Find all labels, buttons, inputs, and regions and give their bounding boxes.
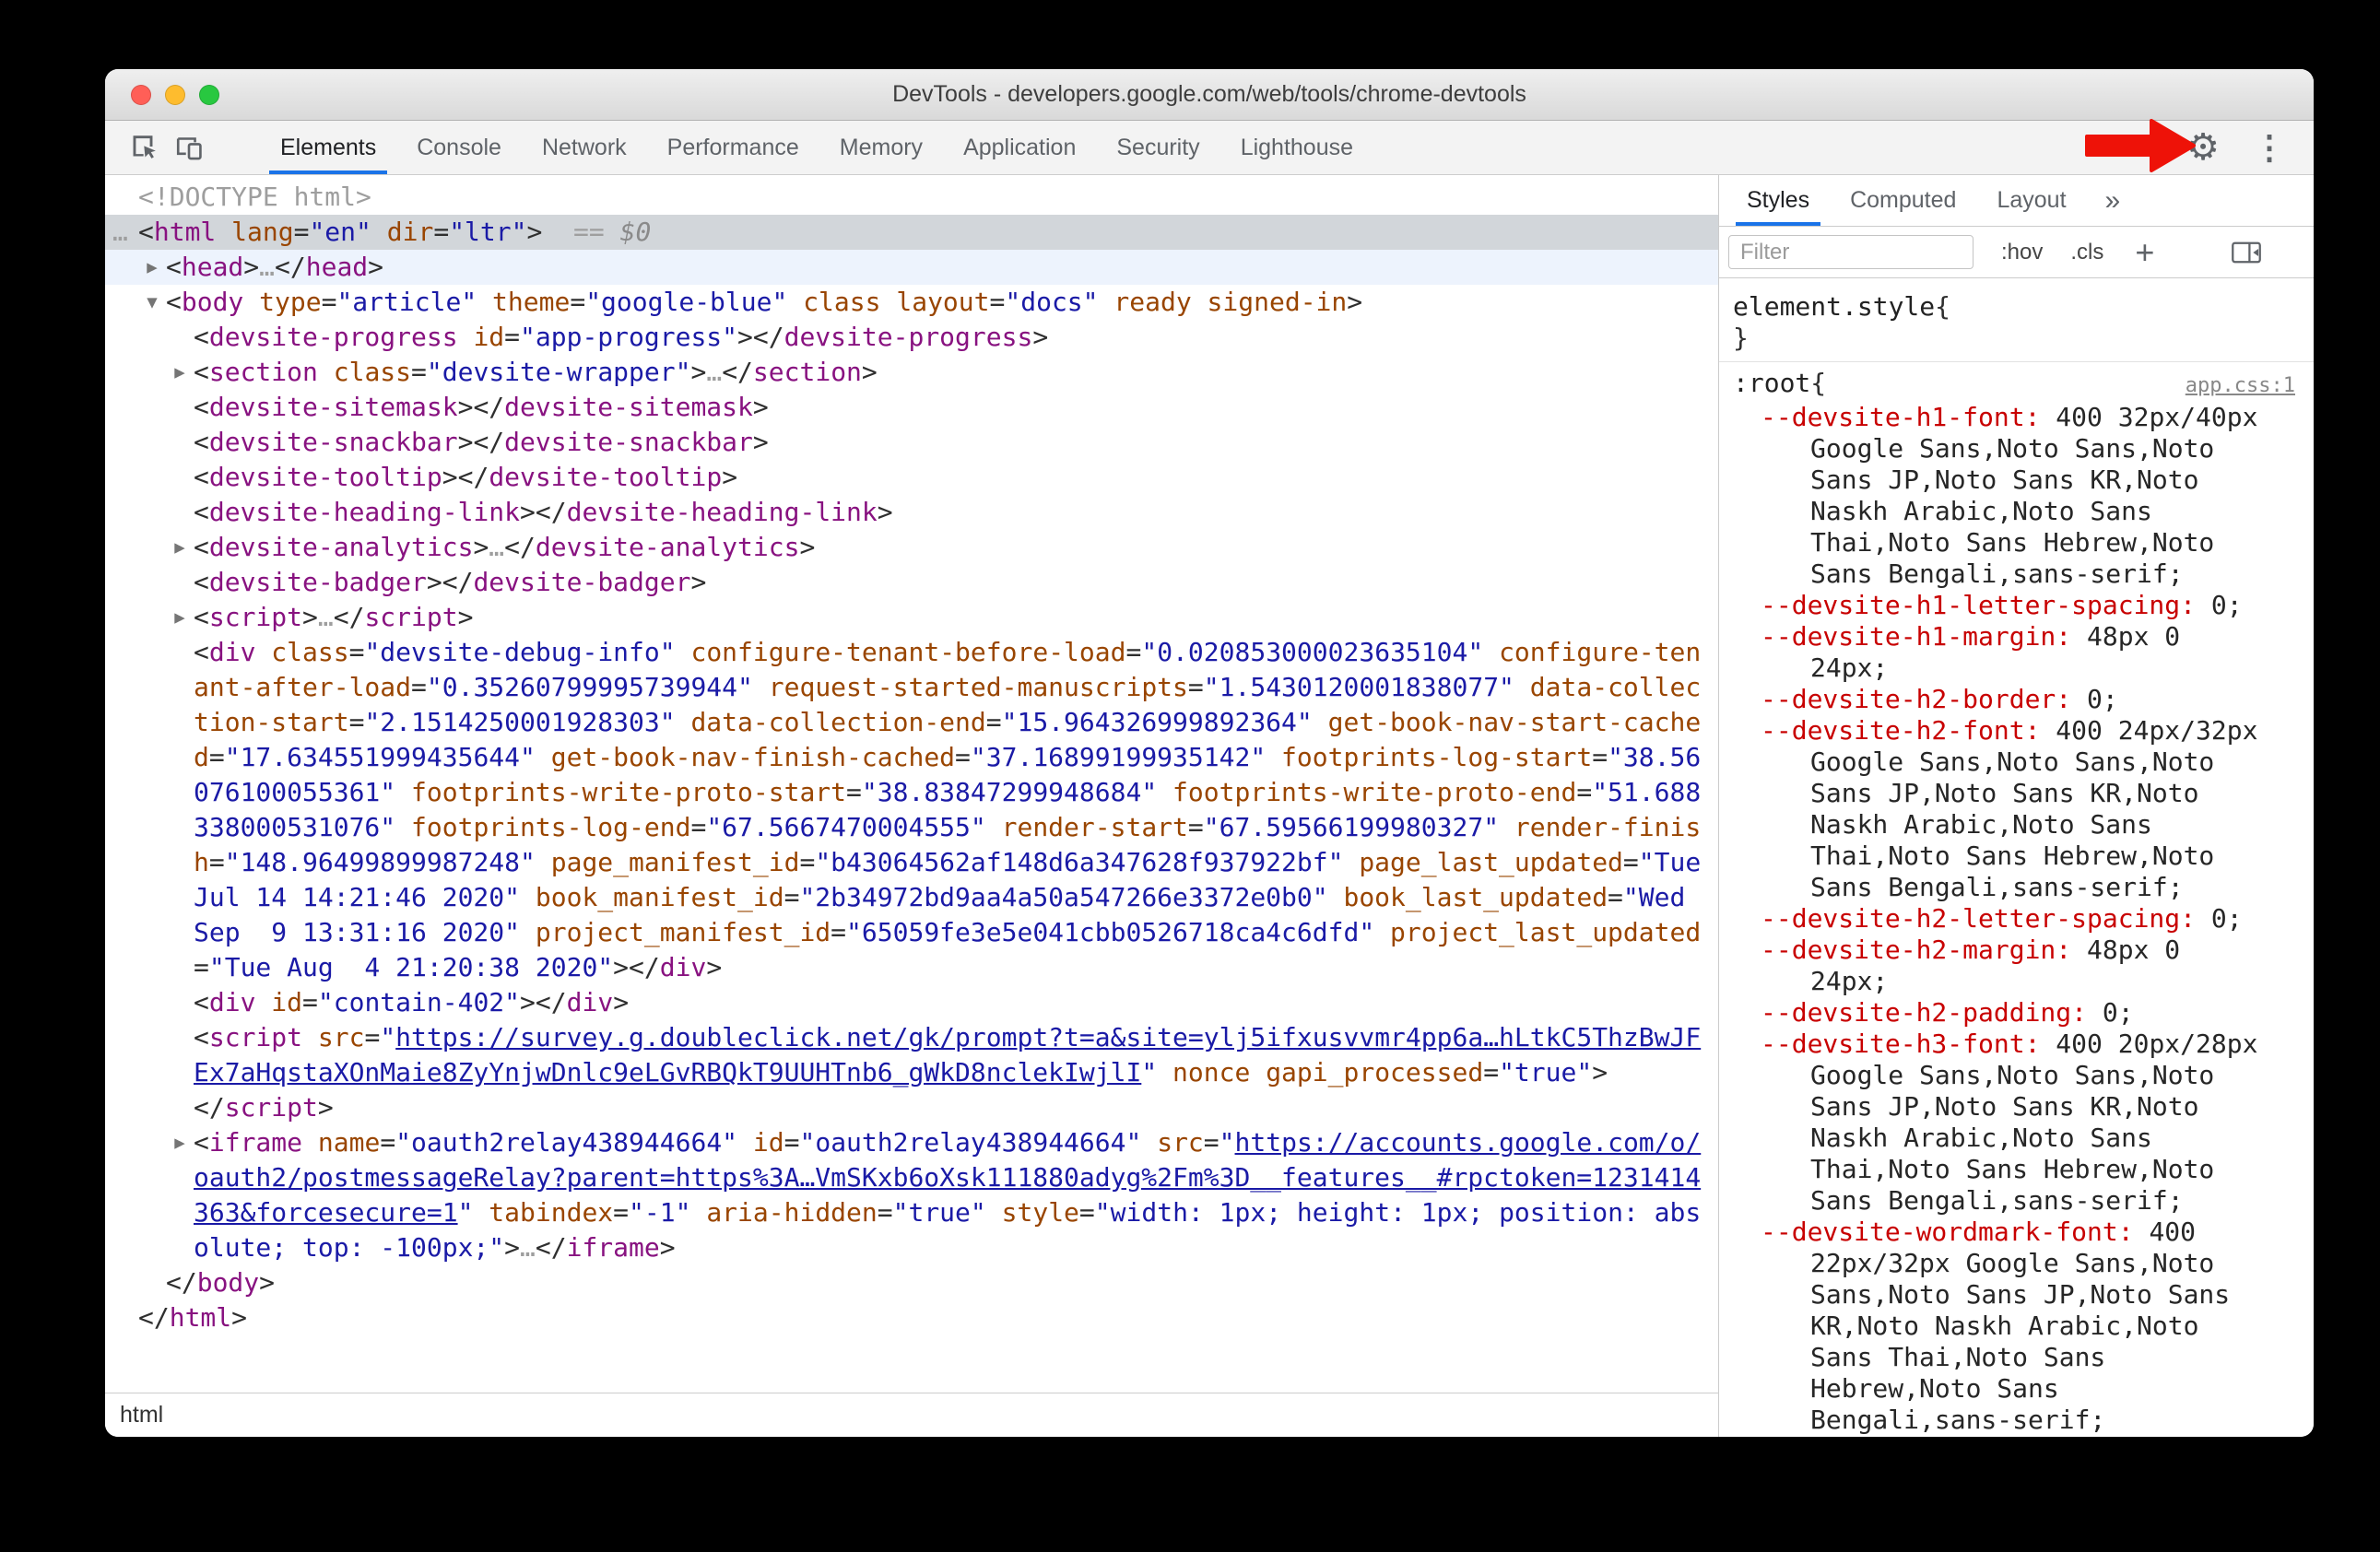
dom-tree-line[interactable]: ▶ <iframe name="oauth2relay438944664" id=… [105, 1125, 1718, 1265]
rule-header: element.style { [1733, 291, 1951, 323]
css-declaration[interactable]: --devsite-h1-font: 400 32px/40px Google … [1719, 402, 2314, 590]
element-classes-button[interactable]: .cls [2070, 240, 2103, 265]
stylesheet-source-link[interactable]: app.css:1 [2186, 370, 2295, 402]
css-declaration[interactable]: --devsite-h1-margin: 48px 0 24px; [1719, 621, 2314, 684]
rule-closing-brace: } [1733, 323, 1749, 353]
styles-sidebar: StylesComputedLayout » :hov .cls + eleme… [1718, 175, 2314, 1437]
sidebar-tabs-row: Styles Computed Layout » [1719, 175, 2314, 227]
css-declaration[interactable]: --devsite-wordmark-font: 400 22px/32px G… [1719, 1217, 2314, 1436]
annotation-arrow-icon [2085, 119, 2196, 172]
dom-tree-line[interactable]: <devsite-tooltip></devsite-tooltip> [105, 460, 1718, 495]
close-button[interactable] [131, 85, 151, 105]
main-toolbar: Elements Console Network Performance Memory A… [105, 121, 2314, 175]
sidebar-tabs: Styles Computed Layout [1726, 175, 2087, 226]
css-declaration[interactable]: --devsite-h1-letter-spacing: 0; [1719, 590, 2314, 621]
inspect-element-button[interactable] [120, 127, 166, 169]
dom-tree-line[interactable]: <devsite-progress id="app-progress"></de… [105, 320, 1718, 355]
dom-tree-line[interactable]: ▶ <devsite-analytics>…</devsite-analytics… [105, 530, 1718, 565]
style-rules: element.style {}:root {app.css:1 --devsit… [1719, 278, 2314, 1437]
rule-selector[interactable]: :root [1733, 368, 1810, 399]
dom-tree-line[interactable]: <div id="contain-402"></div> [105, 985, 1718, 1020]
dom-tree-line[interactable]: … <html lang="en" dir="ltr"> == $0 [105, 215, 1718, 250]
toolbar-right: ⚙ ⋮ [2186, 129, 2299, 166]
expand-arrow-icon[interactable]: ▶ [168, 530, 192, 565]
titlebar[interactable]: DevTools - developers.google.com/web/too… [105, 69, 2314, 121]
tab-elements[interactable]: Elements [260, 121, 396, 174]
css-declaration[interactable]: --devsite-h2-letter-spacing: 0; [1719, 903, 2314, 935]
more-tabs-icon[interactable]: » [2105, 185, 2121, 217]
dom-tree-line[interactable]: <devsite-badger></devsite-badger> [105, 565, 1718, 600]
dom-tree-line[interactable]: <script src="https://survey.g.doubleclic… [105, 1020, 1718, 1090]
dom-tree-line[interactable]: </body> [105, 1265, 1718, 1300]
dom-tree-line[interactable]: <div class="devsite-debug-info" configur… [105, 635, 1718, 985]
expand-arrow-icon[interactable]: ▶ [168, 355, 192, 390]
dom-tree-line[interactable]: ▶ <section class="devsite-wrapper">…</sec… [105, 355, 1718, 390]
sidebar-tab-layout[interactable]: Layout [1976, 175, 2086, 226]
style-rule: element.style {} [1719, 286, 2314, 362]
devtools-window: DevTools - developers.google.com/web/too… [105, 69, 2314, 1437]
expand-arrow-icon[interactable]: ▶ [168, 600, 192, 635]
breadcrumb-html[interactable]: html [120, 1402, 163, 1429]
dom-tree-pane: <!DOCTYPE html>… <html lang="en" dir="ltr… [105, 175, 1718, 1437]
css-declaration[interactable]: --devsite-h2-margin: 48px 0 24px; [1719, 935, 2314, 997]
elements-panel: <!DOCTYPE html>… <html lang="en" dir="ltr… [105, 175, 2314, 1437]
new-style-rule-button[interactable]: + [2135, 235, 2154, 269]
tab-lighthouse[interactable]: Lighthouse [1220, 121, 1373, 174]
expand-arrow-icon[interactable]: ▶ [140, 250, 164, 285]
dom-tree: <!DOCTYPE html>… <html lang="en" dir="ltr… [105, 175, 1718, 1393]
tab-performance[interactable]: Performance [647, 121, 819, 174]
toggle-computed-sidebar-icon[interactable] [2231, 240, 2262, 265]
pseudo-state-button[interactable]: :hov [2001, 240, 2043, 265]
dom-tree-line[interactable]: <devsite-snackbar></devsite-snackbar> [105, 425, 1718, 460]
css-declaration[interactable]: --devsite-h3-font: 400 20px/28px Google … [1719, 1029, 2314, 1217]
dom-tree-line[interactable]: ▶ <head>…</head> [105, 250, 1718, 285]
tab-application[interactable]: Application [943, 121, 1096, 174]
device-toolbar-button[interactable] [166, 127, 212, 169]
minimize-button[interactable] [165, 85, 185, 105]
css-declaration[interactable]: --devsite-h2-font: 400 24px/32px Google … [1719, 715, 2314, 903]
css-declaration[interactable]: --devsite-button-background-hover: [1719, 1436, 2314, 1437]
expand-arrow-icon[interactable]: ▶ [168, 1125, 192, 1160]
dom-tree-line[interactable]: <!DOCTYPE html> [105, 180, 1718, 215]
breadcrumb-bar: html [105, 1393, 1718, 1437]
more-options-icon[interactable]: ⋮ [2253, 131, 2286, 164]
window-title: DevTools - developers.google.com/web/too… [892, 81, 1526, 107]
rule-selector[interactable]: element.style [1733, 291, 1935, 323]
collapse-arrow-icon[interactable]: ▼ [140, 285, 164, 320]
style-rule: :root {app.css:1 --devsite-h1-font: 400 3… [1719, 362, 2314, 1437]
css-declaration[interactable]: --devsite-h2-padding: 0; [1719, 997, 2314, 1029]
device-toolbar-icon [173, 131, 205, 165]
sidebar-tab-styles[interactable]: Styles [1726, 175, 1830, 226]
toolbar-tabs: Elements Console Network Performance Memory A… [260, 121, 1373, 174]
dom-tree-line[interactable]: <devsite-sitemask></devsite-sitemask> [105, 390, 1718, 425]
overflow-marker: … [112, 217, 128, 247]
dom-tree-line[interactable]: <devsite-heading-link></devsite-heading-… [105, 495, 1718, 530]
css-declaration[interactable]: --devsite-h2-border: 0; [1719, 684, 2314, 715]
styles-toolbar: :hov .cls + [1719, 227, 2314, 278]
sidebar-tab-computed[interactable]: Computed [1830, 175, 1976, 226]
rule-header: :root {app.css:1 [1719, 368, 2314, 402]
dom-tree-line[interactable]: </html> [105, 1300, 1718, 1335]
dom-tree-line[interactable]: </script> [105, 1090, 1718, 1125]
zoom-button[interactable] [199, 85, 219, 105]
inspect-cursor-icon [127, 131, 159, 165]
dom-tree-line[interactable]: ▼ <body type="article" theme="google-blue… [105, 285, 1718, 320]
window-controls [131, 85, 219, 105]
styles-filter-input[interactable] [1728, 235, 1974, 269]
tab-security[interactable]: Security [1096, 121, 1219, 174]
tab-memory[interactable]: Memory [819, 121, 943, 174]
tab-console[interactable]: Console [396, 121, 522, 174]
tab-network[interactable]: Network [522, 121, 647, 174]
dom-tree-line[interactable]: ▶ <script>…</script> [105, 600, 1718, 635]
